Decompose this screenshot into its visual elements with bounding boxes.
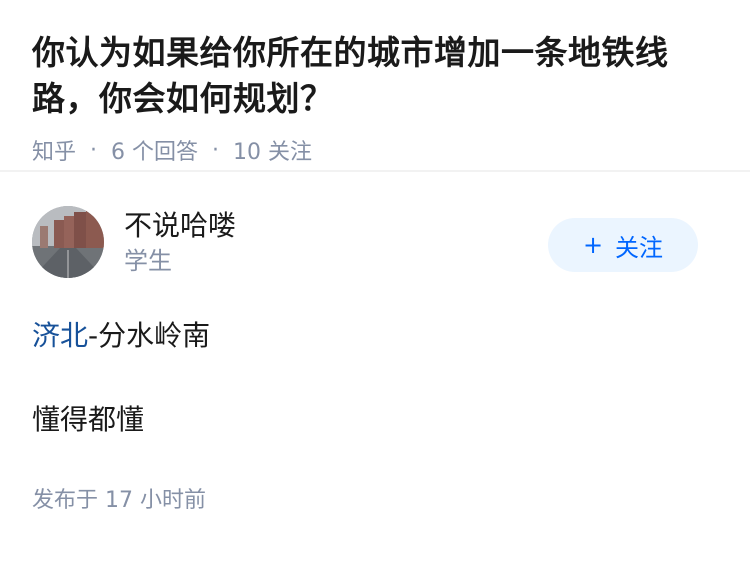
answer-paragraph: 济北-分水岭南 (32, 316, 718, 356)
content-text: -分水岭南 (88, 319, 211, 352)
follow-label: 关注 (615, 233, 664, 262)
question-meta: 知乎 · 6 个回答 · 10 关注 (32, 134, 718, 166)
author-bio: 学生 (124, 247, 172, 275)
followers-count[interactable]: 10 关注 (233, 134, 312, 166)
answer-card: 不说哈喽 学生 + 关注 济北-分水岭南 懂得都懂 发布于 17 小时前 (0, 172, 750, 514)
author-info: 不说哈喽 学生 (124, 207, 236, 277)
avatar[interactable] (32, 206, 104, 278)
plus-icon: + (582, 231, 604, 259)
author-name[interactable]: 不说哈喽 (124, 207, 236, 245)
answers-count[interactable]: 6 个回答 (111, 134, 198, 166)
publish-time: 发布于 17 小时前 (32, 488, 206, 513)
answer-content: 济北-分水岭南 懂得都懂 (32, 316, 718, 440)
question-title[interactable]: 你认为如果给你所在的城市增加一条地铁线路，你会如何规划？ (32, 30, 718, 122)
avatar-photo-icon (32, 206, 104, 278)
follow-button[interactable]: + 关注 (548, 218, 698, 272)
answer-paragraph: 懂得都懂 (32, 403, 145, 436)
meta-separator: · (90, 137, 98, 163)
meta-separator: · (212, 137, 220, 163)
question-header: 你认为如果给你所在的城市增加一条地铁线路，你会如何规划？ 知乎 · 6 个回答 … (0, 0, 750, 170)
content-link[interactable]: 济北 (32, 319, 88, 352)
source-label[interactable]: 知乎 (32, 134, 76, 166)
